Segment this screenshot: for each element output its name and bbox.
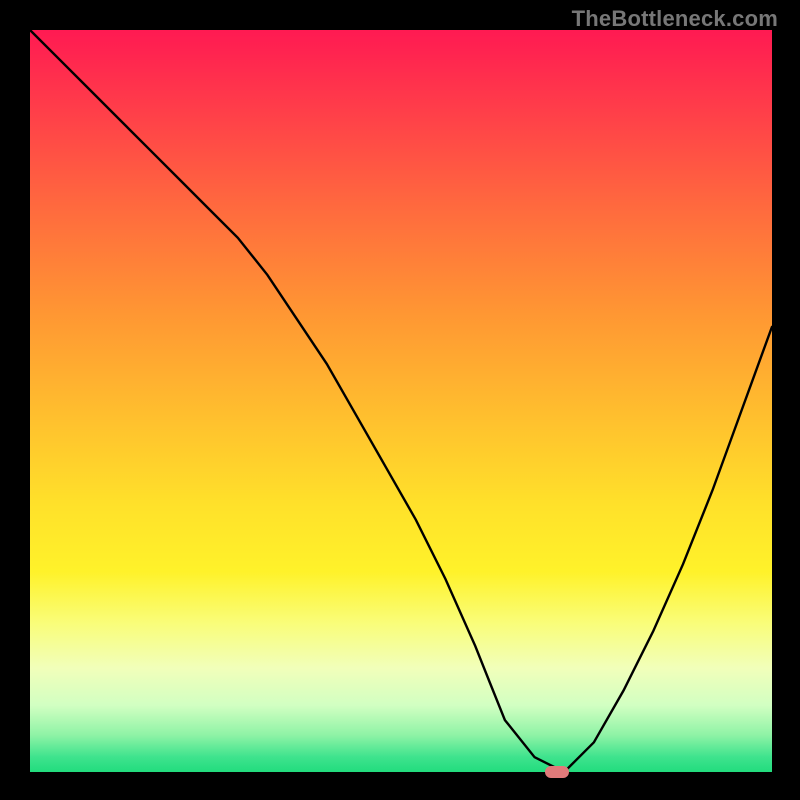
chart-frame: TheBottleneck.com: [0, 0, 800, 800]
plot-area: [30, 30, 772, 772]
watermark-text: TheBottleneck.com: [572, 6, 778, 32]
